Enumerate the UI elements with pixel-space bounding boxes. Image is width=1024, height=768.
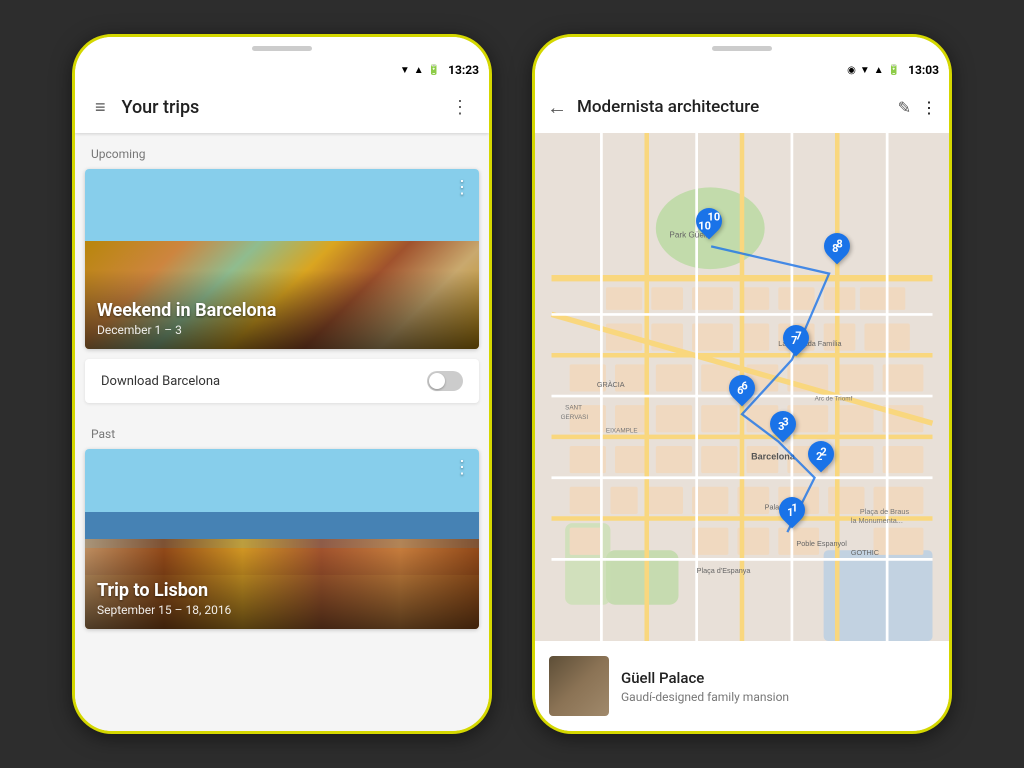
marker-2[interactable]: 2	[808, 441, 834, 473]
phone-top-bar-2	[535, 37, 949, 59]
location-icon: ◉	[847, 65, 856, 76]
marker-10[interactable]: 10	[696, 208, 722, 240]
download-label: Download Barcelona	[101, 374, 427, 389]
barcelona-more-icon[interactable]: ⋮	[453, 177, 471, 198]
app-title-phone1: Your trips	[122, 97, 443, 118]
screen-content-phone1: ≡ Your trips ⋮ Upcoming Weekend in Barce…	[75, 81, 489, 731]
edit-icon[interactable]: ✎	[898, 98, 911, 117]
svg-text:Poble Espanyol: Poble Espanyol	[796, 539, 847, 548]
svg-text:la Monumenta...: la Monumenta...	[851, 516, 903, 525]
download-toggle[interactable]	[427, 371, 463, 391]
more-menu-icon-phone1[interactable]: ⋮	[443, 89, 477, 126]
svg-text:GERVASI: GERVASI	[561, 414, 589, 421]
signal-icon: ▲	[414, 65, 424, 76]
lisbon-more-icon[interactable]: ⋮	[453, 457, 471, 478]
past-label: Past	[75, 413, 489, 449]
barcelona-card-overlay: Weekend in Barcelona December 1 – 3	[85, 270, 479, 349]
barcelona-trip-dates: December 1 – 3	[97, 323, 467, 337]
wifi-icon-2: ▼	[860, 65, 870, 76]
svg-text:GOTHIC: GOTHIC	[851, 548, 879, 557]
download-row: Download Barcelona	[85, 359, 479, 403]
status-bar-phone2: ◉ ▼ ▲ 🔋 13:03	[535, 59, 949, 81]
status-time-phone1: 13:23	[448, 63, 479, 77]
map-title: Modernista architecture	[577, 97, 888, 117]
svg-text:Arc de Triomf: Arc de Triomf	[815, 396, 853, 403]
app-bar-phone1: ≡ Your trips ⋮	[75, 81, 489, 133]
barcelona-trip-image: Weekend in Barcelona December 1 – 3 ⋮	[85, 169, 479, 349]
battery-icon-2: 🔋	[888, 65, 900, 76]
lisbon-trip-title: Trip to Lisbon	[97, 580, 467, 601]
marker-8[interactable]: 8	[824, 233, 850, 265]
place-thumb-img	[549, 656, 609, 716]
phone-your-trips: ▼ ▲ 🔋 13:23 ≡ Your trips ⋮ Upcoming Week…	[72, 34, 492, 734]
lisbon-trip-card[interactable]: Trip to Lisbon September 15 – 18, 2016 ⋮	[85, 449, 479, 629]
status-time-phone2: 13:03	[908, 63, 939, 77]
screen-content-phone2: ← Modernista architecture ✎ ⋮	[535, 81, 949, 731]
back-icon[interactable]: ←	[547, 95, 567, 120]
map-background: Park Güell La Sagrada Família GRÀCIA Bar…	[535, 133, 949, 641]
lisbon-trip-dates: September 15 – 18, 2016	[97, 603, 467, 617]
marker-7[interactable]: 7	[783, 325, 809, 357]
marker-1[interactable]: 1	[779, 497, 805, 529]
barcelona-trip-title: Weekend in Barcelona	[97, 300, 467, 321]
phone-speaker-2	[712, 46, 772, 51]
bottom-place-card[interactable]: Güell Palace Gaudí-designed family mansi…	[535, 641, 949, 731]
map-container[interactable]: Park Güell La Sagrada Família GRÀCIA Bar…	[535, 133, 949, 641]
place-card-text: Güell Palace Gaudí-designed family mansi…	[621, 669, 935, 704]
upcoming-label: Upcoming	[75, 133, 489, 169]
marker-3[interactable]: 3	[770, 411, 796, 443]
svg-text:Plaça de Braus: Plaça de Braus	[860, 507, 910, 516]
svg-text:GRÀCIA: GRÀCIA	[597, 380, 625, 389]
marker-6[interactable]: 6	[729, 375, 755, 407]
menu-icon[interactable]: ≡	[87, 89, 114, 126]
signal-icon-2: ▲	[874, 65, 884, 76]
svg-text:SANT: SANT	[565, 405, 582, 412]
map-app-bar: ← Modernista architecture ✎ ⋮	[535, 81, 949, 133]
status-bar-phone1: ▼ ▲ 🔋 13:23	[75, 59, 489, 81]
svg-text:EIXAMPLE: EIXAMPLE	[606, 427, 638, 434]
svg-text:Plaça d'Espanya: Plaça d'Espanya	[697, 566, 752, 575]
scroll-content: Upcoming Weekend in Barcelona December 1…	[75, 133, 489, 731]
phone-map: ◉ ▼ ▲ 🔋 13:03 ← Modernista architecture …	[532, 34, 952, 734]
phone-top-bar	[75, 37, 489, 59]
more-menu-icon-phone2[interactable]: ⋮	[921, 98, 937, 117]
battery-icon: 🔋	[428, 65, 440, 76]
barcelona-trip-card[interactable]: Weekend in Barcelona December 1 – 3 ⋮	[85, 169, 479, 349]
lisbon-card-overlay: Trip to Lisbon September 15 – 18, 2016	[85, 550, 479, 629]
phone-speaker	[252, 46, 312, 51]
place-description: Gaudí-designed family mansion	[621, 690, 935, 704]
place-thumbnail	[549, 656, 609, 716]
wifi-icon: ▼	[400, 65, 410, 76]
place-name: Güell Palace	[621, 669, 935, 687]
lisbon-trip-image: Trip to Lisbon September 15 – 18, 2016 ⋮	[85, 449, 479, 629]
